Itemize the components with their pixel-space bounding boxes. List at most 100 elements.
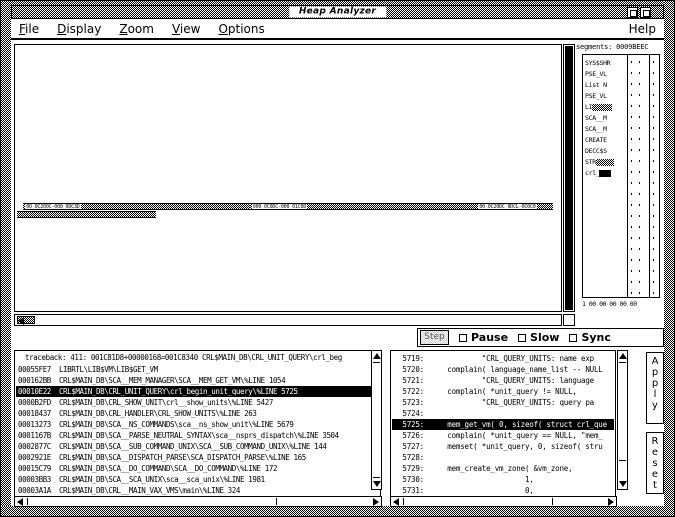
reset-button-letter: e	[651, 447, 659, 458]
segment-grid-dot	[639, 193, 640, 195]
source-code-row[interactable]: 5729: mem_create_vm_zone( &vm_zone,	[394, 463, 572, 474]
source-horizontal-scrollbar[interactable]	[390, 496, 617, 507]
segment-grid-dot	[639, 138, 640, 140]
scroll-left-icon[interactable]	[18, 317, 24, 325]
menu-item-options[interactable]: Options	[216, 22, 266, 36]
source-code-row[interactable]: 5721: "CRL_QUERY_UNITS: language	[394, 375, 594, 386]
segment-list-item[interactable]: LI	[585, 102, 621, 112]
source-code-row[interactable]: 5725: mem_get_vm( 0, sizeof( struct crl_…	[392, 419, 614, 430]
title-bar[interactable]: Heap Analyzer	[11, 5, 664, 19]
menu-item-help[interactable]: Help	[629, 22, 656, 36]
scroll-right-icon[interactable]	[608, 498, 614, 506]
segment-list-item[interactable]: DECC$S	[585, 146, 621, 156]
source-code-row[interactable]: 5723: "CRL_QUERY_UNITS: query pa	[394, 397, 594, 408]
segment-list-item[interactable]: SCA__M	[585, 113, 621, 123]
source-line-number: 5731:	[402, 486, 424, 495]
scrollbar-thumb[interactable]	[373, 362, 380, 478]
segment-usage-bar	[595, 158, 614, 166]
canvas-vertical-scrollbar[interactable]	[563, 44, 575, 312]
apply-button-letter: l	[653, 389, 657, 400]
source-code-row[interactable]: 5722: complain( *unit_query != NULL,	[394, 386, 577, 397]
menu-item-display[interactable]: Display	[55, 22, 103, 36]
traceback-vertical-scrollbar[interactable]	[371, 350, 382, 490]
source-vertical-scrollbar[interactable]	[617, 350, 628, 490]
traceback-address: 00003A1A	[18, 486, 51, 495]
menu-item-view[interactable]: View	[170, 22, 202, 36]
traceback-row[interactable]: 0002921E CRL$MAIN_DB\SCA__DISPATCH_PARSE\…	[18, 452, 306, 463]
heap-graph-canvas[interactable]: 00 0C200C-000 0DC3D 000 0C0DC-000 01C0D 00…	[14, 44, 562, 312]
segment-list-item[interactable]: SYS$SHR	[585, 58, 621, 68]
segment-list-item[interactable]: SCA__M	[585, 124, 621, 134]
scrollbar-thumb[interactable]	[403, 498, 553, 505]
source-code-panel[interactable]: 5719: "CRL_QUERY_UNITS: name exp 5720: co…	[390, 350, 616, 502]
traceback-row[interactable]: 00018437 CRL$MAIN_DB\CRL_HANDLER\CRL_SHOW…	[18, 408, 257, 419]
segment-list-item[interactable]: PSE_VL	[585, 91, 621, 101]
source-code-row[interactable]: 5724:	[394, 408, 430, 419]
segment-grid-dot	[631, 138, 632, 140]
scroll-up-icon[interactable]	[565, 47, 573, 53]
scroll-up-icon[interactable]	[619, 353, 627, 359]
scroll-down-icon[interactable]	[565, 303, 573, 309]
traceback-address: 00010E22	[18, 387, 51, 396]
segment-grid-dot	[631, 127, 632, 129]
traceback-panel[interactable]: traceback: 411: 001C81D8+00000168=001C83…	[14, 350, 381, 502]
segment-grid-dot	[653, 116, 654, 118]
step-button[interactable]: Step	[420, 330, 449, 345]
segment-list-item[interactable]: crl_	[585, 168, 621, 178]
scroll-right-icon[interactable]	[373, 498, 379, 506]
checkbox-sync[interactable]: Sync	[569, 331, 611, 344]
scroll-down-icon[interactable]	[619, 481, 627, 487]
traceback-row[interactable]: 00010E22 CRL$MAIN_DB\CRL_UNIT_QUERY\crl_b…	[16, 386, 379, 397]
segments-list[interactable]: SYS$SHR PSE_VL List N PSE_VL LI SCA__M SCA__M C…	[582, 54, 660, 298]
traceback-row[interactable]: 00055FE7 LIBRTL\LIB$VM\LIB$GET_VM	[18, 364, 158, 375]
segment-list-item[interactable]: List N	[585, 80, 621, 90]
segment-grid-dot	[653, 105, 654, 107]
canvas-horizontal-scrollbar[interactable]	[14, 314, 562, 326]
checkbox-slow[interactable]: Slow	[518, 331, 559, 344]
source-code-row[interactable]: 5730: 1,	[394, 474, 533, 485]
source-code-row[interactable]: 5719: "CRL_QUERY_UNITS: name exp	[394, 353, 594, 364]
apply-button[interactable]: Apply	[646, 352, 664, 424]
checkbox-indicator[interactable]	[459, 333, 467, 342]
menu-item-file[interactable]: File	[17, 22, 41, 36]
traceback-row[interactable]: 000162BB CRL$MAIN_DB\SCA__MEM_MANAGER\SCA…	[18, 375, 286, 386]
source-code-row[interactable]: 5727: memset( *unit_query, 0, sizeof( st…	[394, 441, 602, 452]
source-code-row[interactable]: 5720: complain( language_name_list -- NU…	[394, 364, 602, 375]
maximize-icon[interactable]	[640, 7, 651, 18]
checkbox-indicator[interactable]	[569, 333, 578, 342]
traceback-row[interactable]: 00003BB3 CRL$MAIN_DB\SCA__SCA_UNIX\sca__s…	[18, 474, 265, 485]
traceback-horizontal-scrollbar[interactable]	[14, 496, 382, 507]
segment-grid-dot	[639, 127, 640, 129]
checkbox-pause[interactable]: Pause	[459, 331, 508, 344]
scrollbar-thumb[interactable]	[619, 362, 626, 461]
traceback-row[interactable]: 00015C79 CRL$MAIN_DB\SCA__DO_COMMAND\SCA_…	[18, 463, 277, 474]
segment-list-item[interactable]: PSE_VL	[585, 69, 621, 79]
scroll-down-icon[interactable]	[373, 481, 381, 487]
segment-list-item[interactable]: CREATE	[585, 135, 621, 145]
segment-grid-dot	[653, 193, 654, 195]
traceback-row[interactable]: 0002877C CRL$MAIN_DB\SCA__SUB_COMMAND_UNI…	[18, 441, 327, 452]
heap-segment-bar[interactable]	[16, 211, 156, 218]
source-code-row[interactable]: 5726: complain( *unit_query == NULL, "me…	[394, 430, 602, 441]
scrollbar-thumb[interactable]	[27, 498, 277, 505]
segment-grid-dot	[653, 226, 654, 228]
minimize-icon[interactable]	[627, 7, 638, 18]
traceback-row[interactable]: 0001167B CRL$MAIN_DB\SCA__PARSE_NEUTRAL_S…	[18, 430, 339, 441]
traceback-row[interactable]: 00003A1A CRL$MAIN_DB\CRL__MAIN_VAX_VMS\ma…	[18, 485, 240, 496]
source-code-row[interactable]: 5728:	[394, 452, 430, 463]
source-code-row[interactable]: 5731: 0,	[394, 485, 533, 496]
segment-grid-dot	[639, 94, 640, 96]
heap-segment-bar[interactable]: 00 0C20DC 0DCL-0C0C0	[476, 203, 553, 210]
scroll-left-icon[interactable]	[393, 498, 399, 506]
traceback-row[interactable]: 0000B2FD CRL$MAIN_DB\CRL_SHOW_UNIT\crl__s…	[18, 397, 273, 408]
scroll-left-icon[interactable]	[17, 498, 23, 506]
reset-button[interactable]: Reset	[646, 432, 664, 494]
checkbox-indicator[interactable]	[518, 333, 527, 342]
source-line-number: 5729:	[402, 464, 424, 473]
segment-list-item[interactable]: STR	[585, 157, 621, 167]
segment-grid-dot	[639, 259, 640, 261]
scroll-up-icon[interactable]	[373, 353, 381, 359]
menu-item-zoom[interactable]: Zoom	[117, 22, 156, 36]
traceback-row[interactable]: 00013273 CRL$MAIN_DB\SCA__NS_COMMANDS\sca…	[18, 419, 294, 430]
segment-grid-dot	[653, 160, 654, 162]
